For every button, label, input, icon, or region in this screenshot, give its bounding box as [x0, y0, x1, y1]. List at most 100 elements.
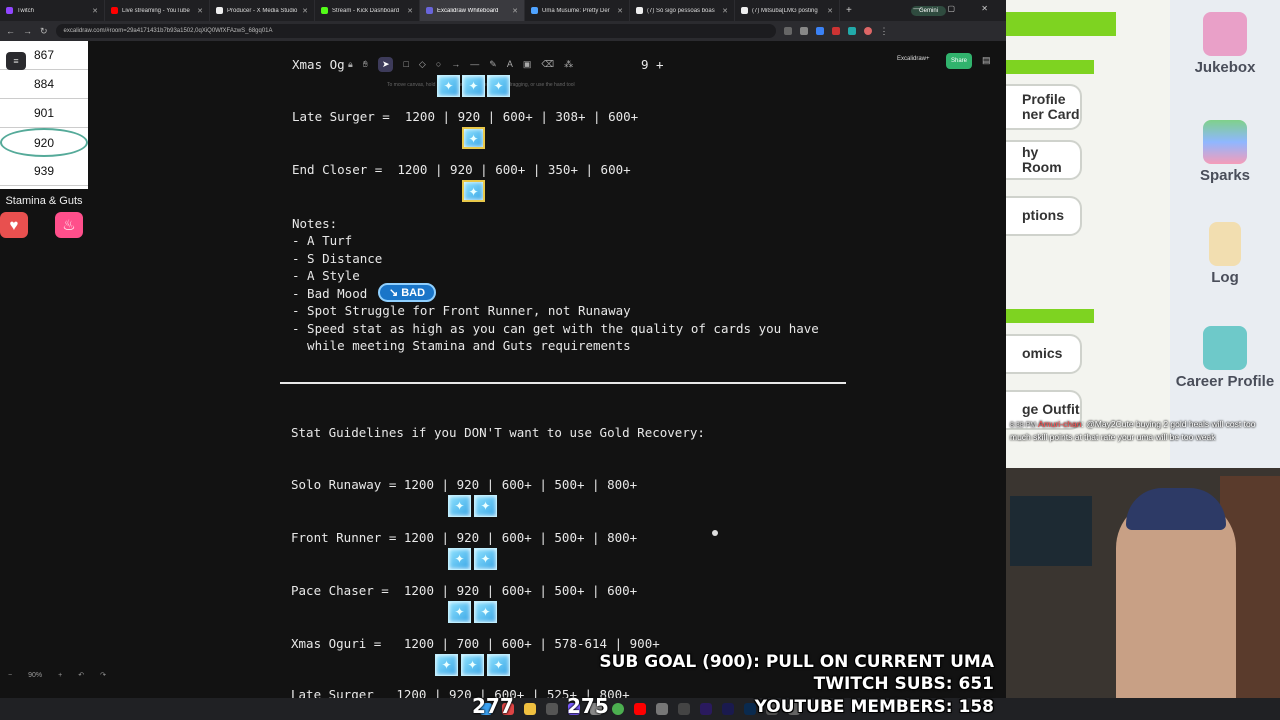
extension-icon[interactable]	[783, 27, 792, 35]
comics-button[interactable]: omics	[1006, 334, 1082, 374]
guidelines-heading: Stat Guidelines if you DON'T want to use…	[291, 425, 705, 440]
tab-youtube[interactable]: Live streaming - YouTube ✕	[105, 0, 210, 21]
xmas-oguri-line: Xmas Oguri = 1200 | 700 | 600+ | 578-614…	[291, 636, 660, 651]
excalidraw-canvas[interactable]: 867 884 901 920 939 ≡ Stamina & Guts ♥ ♨…	[0, 41, 1006, 698]
close-tab-icon[interactable]: ✕	[617, 7, 623, 15]
youtube-icon[interactable]	[634, 703, 646, 715]
pencil-icon[interactable]: ✎	[489, 59, 497, 70]
library-icon[interactable]: ▤	[982, 55, 991, 66]
premiere-icon[interactable]	[700, 703, 712, 715]
zoom-in-button[interactable]: +	[58, 672, 62, 679]
skill-icon: ✦	[487, 75, 510, 97]
trophy-room-button[interactable]: hy Room	[1006, 140, 1082, 180]
url-input[interactable]: excalidraw.com/#room=29a4171431b7b93a150…	[55, 24, 776, 38]
extension-icon[interactable]	[815, 27, 824, 35]
note-item: - A Turf	[292, 233, 353, 248]
table-row: 939	[0, 157, 88, 186]
tab-kick[interactable]: Stream - Kick Dashboard ✕	[315, 0, 420, 21]
career-profile-button[interactable]: Career Profile	[1170, 326, 1280, 390]
chrome-icon[interactable]	[612, 703, 624, 715]
close-tab-icon[interactable]: ✕	[722, 7, 728, 15]
close-tab-icon[interactable]: ✕	[407, 7, 413, 15]
window-controls[interactable]: — ▢ ✕	[913, 4, 1000, 13]
tab-x-post[interactable]: (7) Só sigo pessoas boas ✕	[630, 0, 735, 21]
close-tab-icon[interactable]: ✕	[512, 7, 518, 15]
select-icon[interactable]: ➤	[377, 56, 394, 72]
tab-x-media-studio[interactable]: Producer - X Media Studio ✕	[210, 0, 315, 21]
xmas-oguri-top-line: Xmas Og	[292, 57, 345, 72]
heart-icon: ♥	[0, 212, 28, 238]
reload-icon[interactable]: ↻	[40, 26, 48, 37]
note-item: - S Distance	[292, 251, 383, 266]
table-row: 884	[0, 70, 88, 99]
undo-button[interactable]: ↶	[78, 671, 84, 679]
diamond-icon[interactable]: ◇	[419, 59, 426, 70]
text-icon[interactable]: A	[507, 59, 513, 69]
redo-button[interactable]: ↷	[100, 671, 106, 679]
new-tab-button[interactable]: +	[840, 5, 858, 16]
rectangle-icon[interactable]: □	[403, 59, 408, 69]
tab-uma-musume[interactable]: Uma Musume: Pretty Der ✕	[525, 0, 630, 21]
log-icon	[1209, 222, 1241, 266]
hand-icon[interactable]: ✋︎	[363, 59, 368, 70]
close-tab-icon[interactable]: ✕	[197, 7, 203, 15]
profile-trainer-card-button[interactable]: Profile ner Card	[1006, 84, 1082, 130]
table-row: 901	[0, 99, 88, 128]
divider	[280, 382, 846, 384]
hamburger-menu-icon[interactable]: ≡	[6, 52, 26, 70]
app-icon[interactable]	[546, 703, 558, 715]
arrow-down-icon: ↘	[388, 287, 399, 299]
ellipse-icon[interactable]: ○	[436, 59, 441, 69]
folder-icon[interactable]	[524, 703, 536, 715]
address-bar: ← → ↻ excalidraw.com/#room=29a4171431b7b…	[0, 21, 1006, 41]
log-button[interactable]: Log	[1170, 222, 1280, 286]
more-tools-icon[interactable]: ⁂	[564, 59, 573, 70]
tab-twitch[interactable]: Twitch ✕	[0, 0, 105, 21]
close-tab-icon[interactable]: ✕	[302, 7, 308, 15]
excalidraw-plus-link[interactable]: Excalidraw+	[897, 56, 930, 62]
jukebox-icon	[1203, 12, 1247, 56]
pace-chaser-line: Pace Chaser = 1200 | 920 | 600+ | 500+ |…	[291, 583, 638, 598]
app-icon[interactable]	[656, 703, 668, 715]
skill-icon: ✦	[448, 548, 471, 570]
forward-icon[interactable]: →	[23, 26, 32, 36]
options-button[interactable]: ptions	[1006, 196, 1082, 236]
chat-message: 8:38 PM Amuri-chan: @May2Cute buying 2 g…	[1010, 418, 1276, 443]
profile-avatar[interactable]	[863, 27, 872, 35]
back-icon[interactable]: ←	[6, 26, 15, 36]
app-icon[interactable]	[678, 703, 690, 715]
arrow-icon[interactable]: →	[451, 59, 460, 69]
zoom-level[interactable]: 90%	[28, 672, 42, 679]
line-icon[interactable]: —	[470, 59, 479, 69]
x-icon	[636, 7, 643, 14]
jukebox-button[interactable]: Jukebox	[1170, 12, 1280, 76]
sub-goal-text: SUB GOAL (900): PULL ON CURRENT UMA	[599, 652, 994, 672]
taskbar	[0, 698, 1280, 720]
skill-icon: ✦	[461, 654, 484, 676]
skill-icon: ✦	[474, 495, 497, 517]
table-row-highlighted: 920	[0, 128, 88, 157]
stamina-guts-label: Stamina & Guts	[5, 195, 83, 207]
skill-icon: ✦	[487, 654, 510, 676]
sparks-button[interactable]: Sparks	[1170, 120, 1280, 184]
tab-x-mitsuba[interactable]: (7) Mitsuba[LMG posting ✕	[735, 0, 840, 21]
bookmark-icon[interactable]	[799, 27, 808, 35]
lock-icon[interactable]: 🔒︎	[348, 59, 353, 70]
after-effects-icon[interactable]	[722, 703, 734, 715]
share-button[interactable]: Share	[946, 53, 972, 69]
skill-icon: ✦	[462, 75, 485, 97]
tab-excalidraw[interactable]: Excalidraw Whiteboard ✕	[420, 0, 525, 21]
menu-icon[interactable]: ⋮	[880, 26, 889, 37]
kick-icon	[321, 7, 328, 14]
late-surger-line: Late Surger = 1200 | 920 | 600+ | 308+ |…	[292, 109, 639, 124]
chat-username: Amuri-chan	[1037, 419, 1082, 429]
eraser-icon[interactable]: ⌫	[541, 59, 554, 70]
skill-icon: ✦	[437, 75, 460, 97]
extension-icon[interactable]	[847, 27, 856, 35]
close-tab-icon[interactable]: ✕	[827, 7, 833, 15]
close-tab-icon[interactable]: ✕	[92, 7, 98, 15]
extension-icon[interactable]	[831, 27, 840, 35]
chat-timestamp: 8:38 PM	[1010, 422, 1037, 429]
image-icon[interactable]: ▣	[523, 59, 532, 70]
zoom-out-button[interactable]: −	[8, 672, 12, 679]
